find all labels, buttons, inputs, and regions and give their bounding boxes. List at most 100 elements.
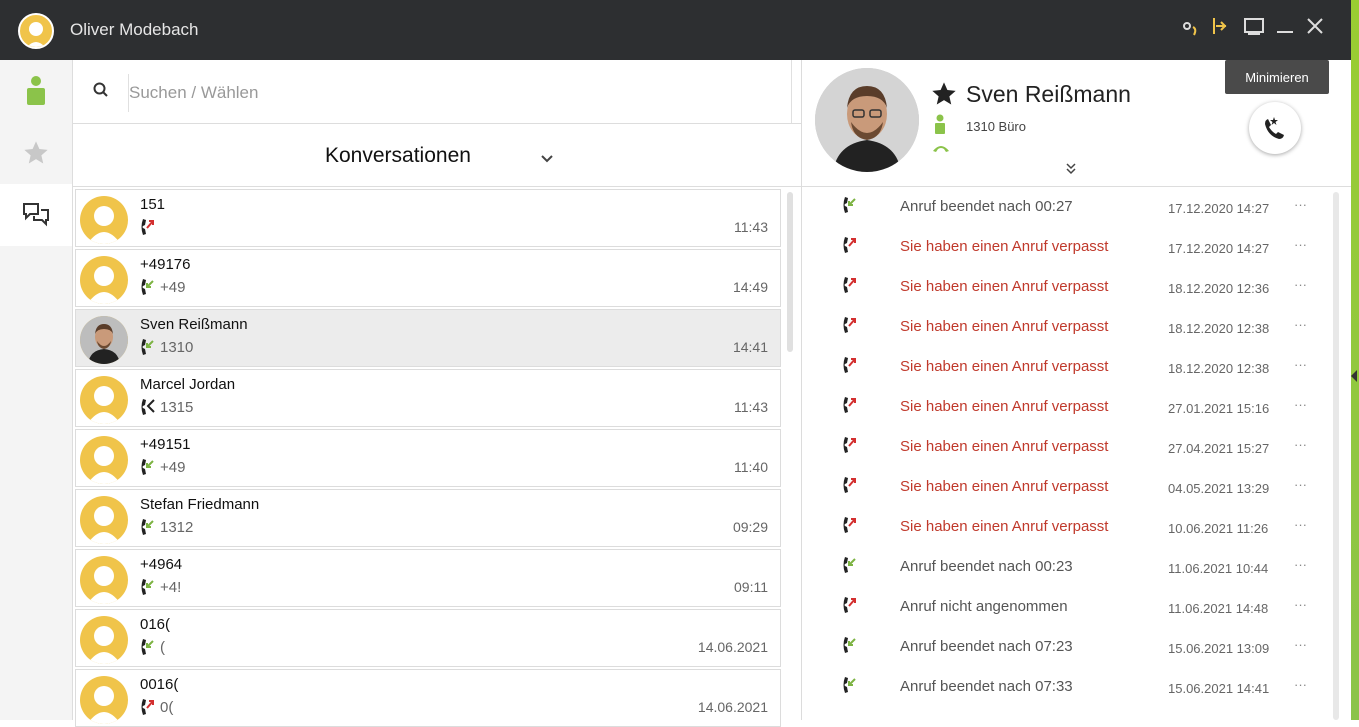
incoming-call-icon [842,675,858,700]
person-icon [27,76,45,105]
history-date: 11.06.2021 10:44 [1168,561,1269,576]
history-row[interactable]: Sie haben einen Anruf verpasst 18.12.2020… [802,347,1332,387]
conversation-row[interactable]: Sven Reißmann 1310 14:41 [75,309,781,367]
more-icon[interactable]: ··· [1294,197,1307,212]
sidebar-item-conversations[interactable] [0,184,72,246]
sidebar-item-contacts[interactable] [0,60,72,122]
conversation-time: 14.06.2021 [697,699,768,715]
incoming-call-icon [842,195,858,220]
history-text: Sie haben einen Anruf verpasst [900,478,1109,495]
history-text: Anruf nicht angenommen [900,598,1068,615]
conversation-row[interactable]: 151 11:43 [75,189,781,247]
history-row[interactable]: Sie haben einen Anruf verpasst 18.12.2020… [802,267,1332,307]
conversation-time: 11:43 [734,399,768,415]
conversation-name: +49176 [140,256,191,273]
missed-call-icon [140,697,156,722]
more-icon[interactable]: ··· [1294,517,1307,532]
chevron-down-icon[interactable] [541,150,553,166]
history-row[interactable]: Sie haben einen Anruf verpasst 18.12.2020… [802,307,1332,347]
history-row[interactable]: Anruf beendet nach 07:23 15.06.2021 13:09… [802,627,1332,667]
history-row[interactable]: Sie haben einen Anruf verpasst 10.06.2021… [802,507,1332,547]
window-title: Oliver Modebach [70,20,199,39]
search-input[interactable] [128,74,791,112]
expand-icon[interactable] [1066,163,1076,178]
history-date: 27.01.2021 15:16 [1168,401,1270,416]
history-text: Anruf beendet nach 07:33 [900,678,1073,695]
settings-icon[interactable] [1180,19,1200,47]
history-row[interactable]: Anruf beendet nach 07:33 15.06.2021 14:41… [802,667,1332,707]
conversation-name: Sven Reißmann [140,316,248,333]
history-date: 15.06.2021 14:41 [1168,681,1270,696]
search-icon[interactable] [93,82,109,103]
more-icon[interactable]: ··· [1294,317,1307,332]
more-icon[interactable]: ··· [1294,557,1307,572]
conversation-row[interactable]: 0016(0(14.06.2021 [75,669,781,727]
call-button[interactable] [1249,102,1301,154]
phone-status-icon [932,140,950,158]
pin-icon[interactable] [1211,16,1229,41]
presence-person-icon [934,114,946,139]
collapse-notch-icon[interactable] [1351,370,1357,382]
conversation-row[interactable]: +49176 +49 14:49 [75,249,781,307]
history-text: Sie haben einen Anruf verpasst [900,438,1109,455]
chat-icon [23,203,49,227]
conversation-row[interactable]: +49151 +49 11:40 [75,429,781,487]
history-row[interactable]: Sie haben einen Anruf verpasst 27.01.2021… [802,387,1332,427]
missed-call-icon [842,395,858,420]
history-row[interactable]: Anruf beendet nach 00:27 17.12.2020 14:27… [802,187,1332,227]
history-row[interactable]: Sie haben einen Anruf verpasst 17.12.2020… [802,227,1332,267]
incoming-call-icon [842,555,858,580]
incoming-call-icon [140,517,156,542]
more-icon[interactable]: ··· [1294,477,1307,492]
conversation-scrollbar[interactable] [787,192,793,352]
more-icon[interactable]: ··· [1294,277,1307,292]
sidebar-item-favorites[interactable] [0,122,72,184]
history-scrollbar[interactable] [1333,192,1339,720]
incoming-call-icon [140,277,156,302]
incoming-call-icon [842,635,858,660]
restore-icon[interactable] [1243,16,1265,41]
close-icon[interactable] [1306,16,1324,41]
history-date: 18.12.2020 12:38 [1168,361,1270,376]
history-row[interactable]: Anruf nicht angenommen 11.06.2021 14:48 ··… [802,587,1332,627]
history-date: 10.06.2021 11:26 [1168,521,1269,536]
outgoing-call-icon [140,397,156,422]
more-icon[interactable]: ··· [1294,237,1307,252]
history-row[interactable]: Anruf beendet nach 00:23 11.06.2021 10:44… [802,547,1332,587]
avatar [80,256,128,304]
missed-call-icon [842,475,858,500]
user-avatar[interactable] [18,13,54,49]
more-icon[interactable]: ··· [1294,397,1307,412]
minimize-icon[interactable] [1276,16,1294,41]
phone-star-icon [1265,117,1284,139]
incoming-call-icon [140,637,156,662]
conversation-time: 14.06.2021 [697,639,768,655]
history-text: Sie haben einen Anruf verpasst [900,518,1109,535]
conversation-row[interactable]: 016((14.06.2021 [75,609,781,667]
history-row[interactable]: Sie haben einen Anruf verpasst 04.05.2021… [802,467,1332,507]
conversations-title[interactable]: Konversationen [325,144,471,168]
conversation-row[interactable]: Stefan Friedmann 1312 09:29 [75,489,781,547]
contact-name: Sven Reißmann [966,81,1131,107]
favorite-star-icon[interactable] [930,80,958,113]
conversation-name: 016( [140,616,171,633]
conversation-row[interactable]: Marcel Jordan 1315 11:43 [75,369,781,427]
more-icon[interactable]: ··· [1294,437,1307,452]
conversation-number: 1315 [160,399,194,416]
missed-call-icon [842,355,858,380]
conversations-header: Konversationen [73,124,801,187]
more-icon[interactable]: ··· [1294,597,1307,612]
history-date: 15.06.2021 13:09 [1168,641,1270,656]
history-row[interactable]: Sie haben einen Anruf verpasst 27.04.2021… [802,427,1332,467]
avatar [80,676,128,724]
conversation-time: 09:29 [732,519,768,535]
history-text: Sie haben einen Anruf verpasst [900,358,1109,375]
history-date: 04.05.2021 13:29 [1168,481,1270,496]
conversation-row[interactable]: +4964 +4! 09:11 [75,549,781,607]
missed-call-icon [842,435,858,460]
more-icon[interactable]: ··· [1294,357,1307,372]
more-icon[interactable]: ··· [1294,637,1307,652]
more-icon[interactable]: ··· [1294,677,1307,692]
contact-photo [815,68,919,172]
conversation-list: 151 11:43 +49176 +49 14:49 Sven Reißmann 1310 1… [73,187,783,727]
